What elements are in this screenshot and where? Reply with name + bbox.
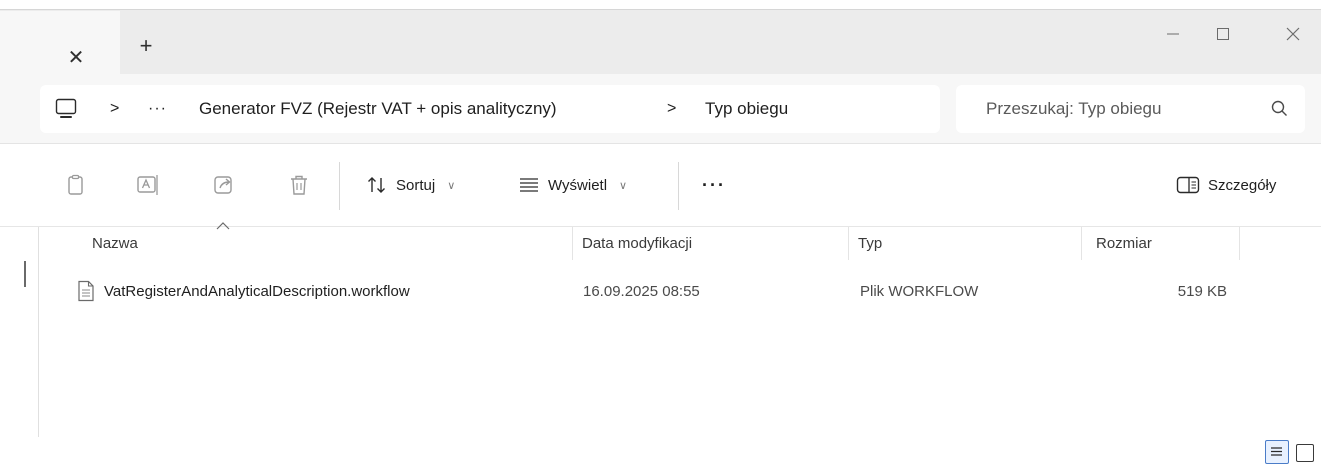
column-divider[interactable] (1239, 227, 1240, 260)
column-header-size[interactable]: Rozmiar (1096, 227, 1152, 260)
copy-icon[interactable] (64, 173, 88, 197)
window-top-edge (0, 0, 1321, 10)
breadcrumb-overflow-button[interactable]: ··· (148, 85, 167, 133)
sort-button[interactable]: Sortuj ∨ (366, 170, 455, 200)
address-bar[interactable]: > ··· Generator FVZ (Rejestr VAT + opis … (40, 85, 940, 133)
column-header-type[interactable]: Typ (858, 227, 882, 260)
details-view-icon (1271, 447, 1282, 456)
computer-icon[interactable] (54, 85, 78, 133)
breadcrumb-item-typ-obiegu[interactable]: Typ obiegu (705, 85, 788, 133)
view-label: Wyświetl (548, 176, 608, 194)
new-tab-button[interactable]: + (132, 32, 160, 60)
breadcrumb-item-generator[interactable]: Generator FVZ (Rejestr VAT + opis analit… (199, 85, 557, 133)
minimize-icon (1167, 33, 1179, 35)
pane-resize-handle[interactable] (24, 261, 26, 287)
file-date: 16.09.2025 08:55 (583, 282, 700, 300)
close-window-button[interactable] (1270, 18, 1316, 50)
navigation-pane[interactable] (0, 227, 39, 437)
tab-active[interactable]: ✕ (0, 11, 120, 74)
details-pane-button[interactable]: Szczegóły (1176, 170, 1276, 200)
breadcrumb-chevron-icon[interactable]: > (667, 85, 676, 133)
column-header-row: Nazwa Data modyfikacji Typ Rozmiar (40, 222, 1321, 260)
tab-close-button[interactable]: ✕ (62, 43, 90, 71)
chevron-down-icon: ∨ (619, 179, 628, 192)
file-size: 519 KB (1177, 282, 1227, 300)
file-name[interactable]: VatRegisterAndAnalyticalDescription.work… (104, 270, 410, 312)
sort-ascending-icon (216, 222, 230, 230)
file-icon (77, 270, 95, 312)
cut-icon[interactable] (0, 173, 12, 197)
plus-icon: + (139, 33, 153, 58)
title-bar: ✕ + (0, 0, 1321, 74)
details-view-toggle[interactable] (1265, 440, 1289, 464)
column-divider[interactable] (1081, 227, 1082, 260)
details-pane-icon (1176, 176, 1200, 194)
toolbar-divider (339, 162, 340, 210)
more-options-button[interactable]: ··· (702, 170, 726, 200)
maximize-icon (1217, 28, 1229, 40)
close-window-icon (1286, 27, 1300, 41)
search-input[interactable] (986, 85, 1266, 133)
chevron-down-icon: ∨ (447, 179, 456, 192)
sort-label: Sortuj (396, 176, 436, 194)
search-icon[interactable] (1270, 99, 1290, 119)
maximize-button[interactable] (1200, 18, 1246, 50)
file-row[interactable]: VatRegisterAndAnalyticalDescription.work… (40, 270, 1240, 312)
close-icon: ✕ (67, 46, 85, 69)
view-button[interactable]: Wyświetl ∨ (518, 170, 627, 200)
minimize-button[interactable] (1150, 18, 1196, 50)
tiles-view-toggle[interactable] (1296, 444, 1314, 462)
toolbar-divider (678, 162, 679, 210)
breadcrumb-chevron-icon[interactable]: > (110, 85, 119, 133)
column-divider[interactable] (572, 227, 573, 260)
share-icon[interactable] (212, 173, 236, 197)
details-label: Szczegóły (1208, 176, 1277, 194)
search-box[interactable] (956, 85, 1305, 133)
column-header-name[interactable]: Nazwa (92, 227, 138, 260)
address-row: > ··· Generator FVZ (Rejestr VAT + opis … (0, 74, 1321, 144)
column-header-date[interactable]: Data modyfikacji (582, 227, 692, 260)
column-divider[interactable] (848, 227, 849, 260)
file-type: Plik WORKFLOW (860, 282, 979, 300)
rename-icon[interactable] (136, 173, 160, 197)
view-icon (520, 178, 538, 192)
sort-icon (368, 177, 385, 193)
command-bar: Sortuj ∨ Wyświetl ∨ ··· Szczegóły (0, 145, 1321, 227)
delete-icon[interactable] (287, 173, 311, 197)
